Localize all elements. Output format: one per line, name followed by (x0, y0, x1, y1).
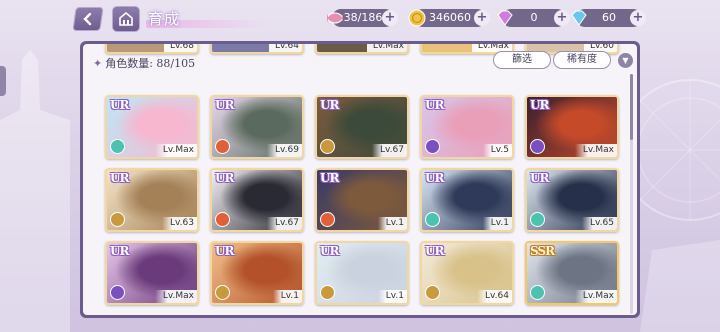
card-level: Lv.Max (574, 290, 617, 303)
earth-element-icon (110, 212, 125, 227)
character-card[interactable]: SSR Lv.Max (525, 241, 619, 305)
home-icon (119, 11, 133, 26)
fire-element-icon (320, 212, 335, 227)
character-card[interactable]: UR Lv.1 (420, 168, 514, 232)
character-card[interactable]: UR Lv.Max (105, 241, 199, 305)
card-level: Lv.67 (372, 144, 407, 157)
fire-element-icon (215, 212, 230, 227)
card-level: Lv.63 (162, 217, 197, 230)
card-level: Lv.Max (154, 144, 197, 157)
rarity-badge: UR (215, 98, 234, 112)
add-stamina-button[interactable]: + (382, 10, 398, 26)
back-button[interactable] (72, 7, 104, 31)
card-level: Lv.1 (377, 217, 407, 230)
chevron-down-icon[interactable]: ▼ (618, 53, 633, 68)
home-button[interactable] (112, 6, 140, 32)
rarity-badge: UR (425, 244, 444, 258)
rarity-badge: UR (215, 244, 234, 258)
rarity-badge: UR (530, 98, 549, 112)
coin-value: 346060 (429, 11, 471, 24)
card-level: Lv.Max (574, 144, 617, 157)
character-card[interactable]: UR Lv.Max (105, 95, 199, 159)
page-title: 育成 (148, 10, 181, 28)
character-card[interactable]: UR Lv.64 (420, 241, 514, 305)
dark-element-icon (530, 139, 545, 154)
earth-element-icon (320, 139, 335, 154)
card-level: Lv.67 (267, 217, 302, 230)
crystal-counter: 60 + (571, 9, 646, 27)
crystal-icon (571, 10, 587, 26)
character-card[interactable]: UR Lv.1 (210, 241, 304, 305)
stamina-value: 38/186 (343, 11, 383, 24)
card-level: Lv.1 (377, 290, 407, 303)
gem-value: 0 (530, 11, 538, 24)
character-card[interactable]: UR Lv.1 (315, 168, 409, 232)
side-tab[interactable] (0, 66, 6, 96)
character-card[interactable]: UR Lv.63 (105, 168, 199, 232)
filter-button[interactable]: 篩选 (493, 51, 551, 69)
rarity-badge: UR (320, 244, 339, 258)
card-level: Lv.1 (272, 290, 302, 303)
dark-element-icon (425, 139, 440, 154)
card-level: Lv.69 (267, 144, 302, 157)
diamond-icon (497, 10, 513, 26)
rarity-badge: SSR (530, 244, 555, 258)
crystal-value: 60 (602, 11, 616, 24)
card-level: Lv.1 (482, 217, 512, 230)
wind-element-icon (425, 212, 440, 227)
earth-element-icon (320, 285, 335, 300)
coin-counter: 346060 + (408, 9, 490, 27)
rarity-badge: UR (320, 171, 339, 185)
rarity-badge: UR (425, 171, 444, 185)
card-level: Lv.Max (154, 290, 197, 303)
character-count: ✦ 角色数量: 88/105 (93, 55, 195, 71)
panel-header: ✦ 角色数量: 88/105 篩选 稀有度 ▼ (83, 44, 637, 70)
stamina-counter: 38/186 + (327, 9, 398, 27)
scroll-thumb[interactable] (630, 74, 633, 140)
character-card[interactable]: UR Lv.67 (210, 168, 304, 232)
character-card[interactable]: UR Lv.Max (525, 95, 619, 159)
rarity-badge: UR (530, 171, 549, 185)
wind-element-icon (530, 212, 545, 227)
chevron-left-icon (83, 12, 92, 26)
character-card[interactable]: UR Lv.5 (420, 95, 514, 159)
rarity-badge: UR (110, 244, 129, 258)
character-count-text: 角色数量: 88/105 (105, 57, 196, 70)
character-panel: Lv.68 Lv.64 Lv.Max Lv.Max Lv.60 ✦ 角色数量: 8… (80, 41, 640, 318)
coin-icon (408, 9, 426, 27)
character-panel-inner: Lv.68 Lv.64 Lv.Max Lv.Max Lv.60 ✦ 角色数量: 8… (83, 44, 637, 315)
character-card[interactable]: UR Lv.1 (315, 241, 409, 305)
rarity-badge: UR (215, 171, 234, 185)
rarity-badge: UR (425, 98, 444, 112)
character-card[interactable]: UR Lv.67 (315, 95, 409, 159)
card-level: Lv.5 (482, 144, 512, 157)
dark-element-icon (110, 285, 125, 300)
card-level: Lv.65 (582, 217, 617, 230)
sort-rarity-button[interactable]: 稀有度 (553, 51, 611, 69)
wind-element-icon (530, 285, 545, 300)
card-level: Lv.64 (477, 290, 512, 303)
top-bar: 育成 38/186 + 346060 + 0 + 60 + (0, 0, 720, 40)
wind-element-icon (110, 139, 125, 154)
earth-element-icon (215, 285, 230, 300)
rarity-badge: UR (320, 98, 339, 112)
add-crystal-button[interactable]: + (630, 10, 646, 26)
gem-counter: 0 + (497, 9, 570, 27)
character-card[interactable]: UR Lv.65 (525, 168, 619, 232)
scrollbar[interactable] (630, 74, 633, 314)
candy-icon (327, 12, 343, 24)
character-card[interactable]: UR Lv.69 (210, 95, 304, 159)
sparkle-icon: ✦ (93, 57, 103, 70)
rarity-badge: UR (110, 98, 129, 112)
add-coin-button[interactable]: + (474, 10, 490, 26)
fire-element-icon (215, 139, 230, 154)
rarity-badge: UR (110, 171, 129, 185)
earth-element-icon (425, 285, 440, 300)
